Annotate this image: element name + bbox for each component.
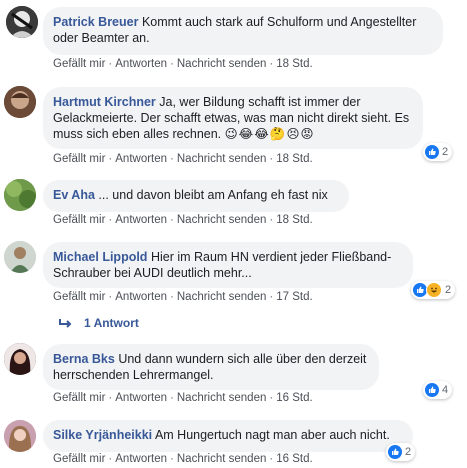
comment-bubble: Ev Aha ... und davon bleibt am Anfang eh… (43, 180, 349, 212)
comment-bubble: Michael Lippold Hier im Raum HN verdient… (43, 242, 413, 288)
separator: · (269, 291, 274, 303)
reaction-number: 2 (442, 146, 449, 158)
comment-author[interactable]: Patrick Breuer (53, 15, 138, 29)
like-button[interactable]: Gefällt mir (53, 153, 105, 165)
comment-actions: Gefällt mir · Antworten · Nachricht senden · 1… (53, 392, 313, 404)
message-button[interactable]: Nachricht senden (177, 453, 267, 465)
avatar-image (4, 179, 36, 211)
reaction-number: 2 (405, 446, 412, 458)
avatar[interactable] (4, 241, 36, 273)
message-button[interactable]: Nachricht senden (177, 58, 267, 70)
separator: · (269, 153, 274, 165)
like-button[interactable]: Gefällt mir (53, 291, 105, 303)
replies-count: 1 Antwort (84, 316, 139, 330)
like-icon (425, 383, 439, 397)
separator: · (108, 214, 113, 226)
separator: · (108, 392, 113, 404)
like-button[interactable]: Gefällt mir (53, 214, 105, 226)
separator: · (269, 453, 274, 465)
comment-author[interactable]: Michael Lippold (53, 250, 147, 264)
comment-author[interactable]: Ev Aha (53, 188, 95, 202)
separator: · (170, 153, 174, 165)
message-button[interactable]: Nachricht senden (177, 291, 267, 303)
comment-author[interactable]: Hartmut Kirchner (53, 95, 156, 109)
separator: · (170, 291, 174, 303)
avatar-image (4, 420, 36, 452)
reaction-number: 2 (445, 284, 452, 296)
message-button[interactable]: Nachricht senden (177, 392, 267, 404)
timestamp[interactable]: 18 Std. (276, 214, 312, 226)
avatar-image (6, 6, 38, 38)
timestamp[interactable]: 18 Std. (276, 153, 312, 165)
comment-actions: Gefällt mir · Antworten · Nachricht senden · 1… (53, 153, 313, 165)
separator: · (170, 453, 174, 465)
comment-bubble: Silke Yrjänheikki Am Hungertuch nagt man… (43, 420, 413, 452)
timestamp[interactable]: 18 Std. (276, 58, 312, 70)
message-button[interactable]: Nachricht senden (177, 153, 267, 165)
separator: · (170, 58, 174, 70)
view-replies-link[interactable]: 1 Antwort (58, 316, 139, 330)
separator: · (170, 214, 174, 226)
reaction-count[interactable]: 2 (411, 281, 456, 299)
comment-author[interactable]: Silke Yrjänheikki (53, 428, 152, 442)
message-button[interactable]: Nachricht senden (177, 214, 267, 226)
timestamp[interactable]: 17 Std. (276, 291, 312, 303)
avatar[interactable] (4, 86, 36, 118)
reply-button[interactable]: Antworten (115, 214, 167, 226)
like-icon (388, 445, 402, 459)
reply-button[interactable]: Antworten (115, 58, 167, 70)
comment-text: ... und davon bleibt am Anfang eh fast n… (98, 188, 328, 202)
reply-button[interactable]: Antworten (115, 291, 167, 303)
comment-actions: Gefällt mir · Antworten · Nachricht senden · 1… (53, 453, 313, 465)
reaction-count[interactable]: 4 (423, 381, 453, 399)
emoji-sequence: 😉😂😂🤔😣😡 (224, 127, 315, 141)
comment-text: Am Hungertuch nagt man aber auch nicht. (154, 428, 390, 442)
like-button[interactable]: Gefällt mir (53, 453, 105, 465)
comment-bubble: Hartmut Kirchner Ja, wer Bildung schafft… (43, 87, 423, 149)
avatar-image (4, 86, 36, 118)
avatar[interactable] (6, 6, 38, 38)
comment-actions: Gefällt mir · Antworten · Nachricht senden · 1… (53, 58, 313, 70)
reply-arrow-icon (58, 318, 72, 328)
like-icon (413, 283, 427, 297)
comment-bubble: Berna Bks Und dann wundern sich alle übe… (43, 344, 379, 390)
separator: · (269, 392, 274, 404)
like-button[interactable]: Gefällt mir (53, 392, 105, 404)
comment-bubble: Patrick Breuer Kommt auch stark auf Schu… (43, 7, 443, 55)
separator: · (108, 153, 113, 165)
avatar-image (4, 343, 36, 375)
haha-icon (426, 282, 442, 298)
separator: · (108, 58, 113, 70)
reply-button[interactable]: Antworten (115, 392, 167, 404)
timestamp[interactable]: 16 Std. (276, 392, 312, 404)
comment-actions: Gefällt mir · Antworten · Nachricht senden · 1… (53, 214, 313, 226)
avatar[interactable] (4, 343, 36, 375)
timestamp[interactable]: 16 Std. (276, 453, 312, 465)
avatar[interactable] (4, 179, 36, 211)
comment-actions: Gefällt mir · Antworten · Nachricht senden · 1… (53, 291, 313, 303)
reply-button[interactable]: Antworten (115, 453, 167, 465)
avatar-image (4, 241, 36, 273)
reaction-count[interactable]: 2 (423, 143, 453, 161)
like-button[interactable]: Gefällt mir (53, 58, 105, 70)
separator: · (269, 214, 274, 226)
separator: · (108, 291, 113, 303)
separator: · (269, 58, 274, 70)
like-icon (425, 145, 439, 159)
comment-author[interactable]: Berna Bks (53, 352, 115, 366)
reaction-count[interactable]: 2 (386, 443, 416, 461)
separator: · (170, 392, 174, 404)
separator: · (108, 453, 113, 465)
reaction-number: 4 (442, 384, 449, 396)
reply-button[interactable]: Antworten (115, 153, 167, 165)
avatar[interactable] (4, 420, 36, 452)
